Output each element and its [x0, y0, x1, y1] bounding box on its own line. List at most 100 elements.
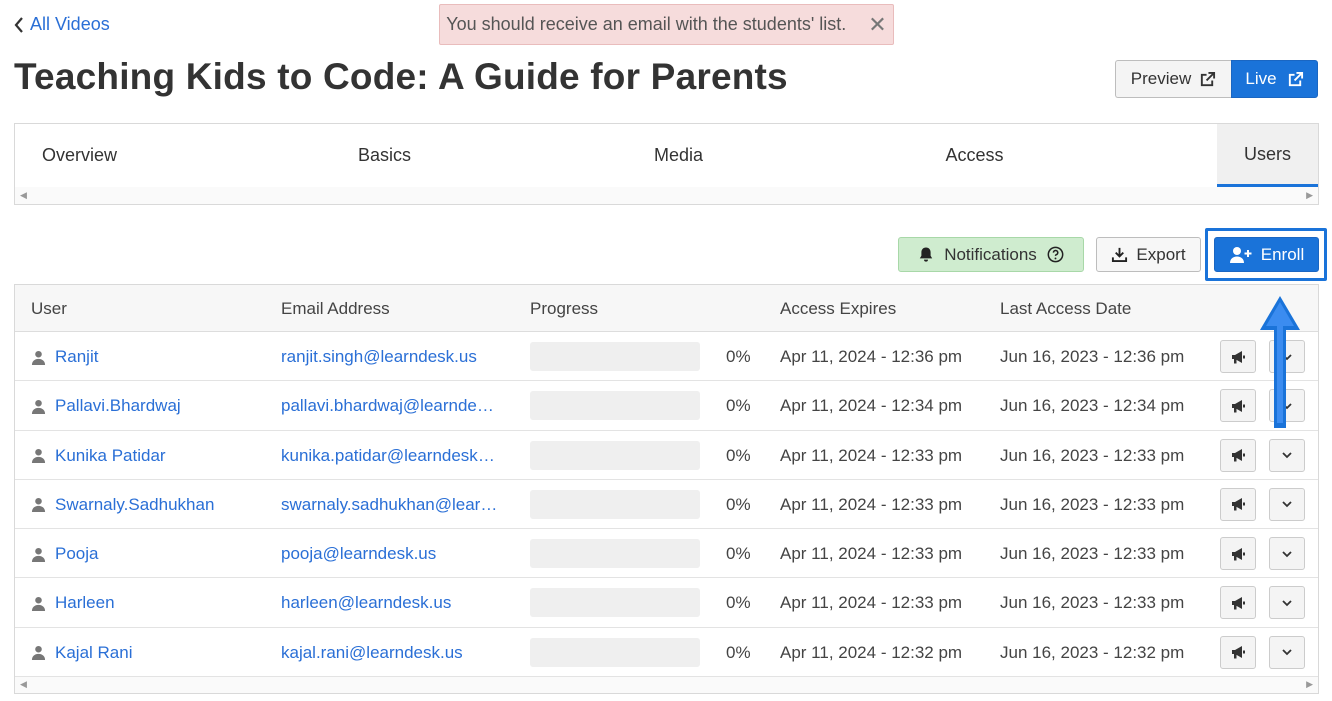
progress-bar	[530, 637, 700, 667]
user-name: Pooja	[55, 544, 99, 564]
close-icon[interactable]: ✕	[868, 13, 886, 36]
person-icon	[31, 498, 46, 513]
header-email[interactable]: Email Address	[281, 299, 390, 319]
row-menu-button[interactable]	[1269, 438, 1305, 472]
table-row: Kunika Patidar kunika.patidar@learndesk.…	[15, 430, 1318, 480]
last-access-date: Jun 16, 2023 - 12:33 pm	[1000, 544, 1185, 564]
export-button[interactable]: Export	[1096, 237, 1201, 272]
progress-bar	[530, 539, 700, 569]
access-expires: Apr 11, 2024 - 12:33 pm	[780, 544, 963, 564]
preview-button[interactable]: Preview	[1115, 60, 1231, 98]
header-user[interactable]: User	[31, 299, 67, 319]
notify-user-button[interactable]	[1220, 635, 1256, 669]
enroll-button[interactable]: Enroll	[1214, 237, 1319, 272]
user-name: Kajal Rani	[55, 642, 133, 662]
user-email-link[interactable]: swarnaly.sadhukhan@learn…	[281, 495, 499, 515]
row-menu-button[interactable]	[1269, 537, 1305, 571]
toast-text: You should receive an email with the stu…	[446, 14, 847, 34]
table-row: Ranjit ranjit.singh@learndesk.us 0% Apr …	[15, 332, 1318, 382]
user-name: Pallavi.Bhardwaj	[55, 396, 181, 416]
user-email-link[interactable]: kunika.patidar@learndesk.us	[281, 446, 499, 466]
preview-label: Preview	[1130, 69, 1192, 88]
header-progress[interactable]: Progress	[530, 299, 598, 319]
person-icon	[31, 547, 46, 562]
scroll-left-icon[interactable]: ◀	[20, 190, 27, 201]
last-access-date: Jun 16, 2023 - 12:33 pm	[1000, 445, 1185, 465]
last-access-date: Jun 16, 2023 - 12:36 pm	[1000, 347, 1185, 366]
notify-user-button[interactable]	[1220, 586, 1256, 620]
notify-user-button[interactable]	[1220, 537, 1256, 571]
header-access-expires[interactable]: Access Expires	[780, 299, 896, 319]
notifications-label: Notifications	[944, 244, 1037, 264]
person-icon	[31, 646, 46, 661]
tab-media[interactable]: Media	[625, 124, 732, 187]
back-link-label: All Videos	[30, 14, 110, 34]
user-name: Swarnaly.Sadhukhan	[55, 494, 215, 514]
table-row: Pooja pooja@learndesk.us 0% Apr 11, 2024…	[15, 529, 1318, 579]
scroll-right-icon[interactable]: ▶	[1306, 679, 1313, 690]
scroll-left-icon[interactable]: ◀	[20, 679, 27, 690]
access-expires: Apr 11, 2024 - 12:32 pm	[780, 642, 963, 662]
last-access-date: Jun 16, 2023 - 12:32 pm	[1000, 642, 1185, 662]
row-menu-button[interactable]	[1269, 586, 1305, 620]
notifications-button[interactable]: Notifications	[898, 237, 1084, 272]
user-name-link[interactable]: Ranjit	[31, 347, 98, 367]
back-link[interactable]: All Videos	[14, 14, 110, 35]
row-menu-button[interactable]	[1269, 487, 1305, 521]
tabs-scrollbar[interactable]: ◀ ▶	[15, 187, 1318, 205]
megaphone-icon	[1232, 399, 1245, 413]
chevron-left-icon	[14, 16, 23, 33]
progress-percent: 0%	[726, 494, 751, 514]
tab-bar: Overview Basics Media Access Users	[15, 124, 1318, 187]
progress-percent: 0%	[726, 544, 751, 564]
tabs-container: Overview Basics Media Access Users ◀ ▶	[14, 123, 1319, 205]
user-name-link[interactable]: Kunika Patidar	[31, 446, 166, 466]
notify-user-button[interactable]	[1220, 389, 1256, 423]
user-name-link[interactable]: Kajal Rani	[31, 643, 133, 663]
external-link-icon	[1201, 71, 1216, 86]
notify-user-button[interactable]	[1220, 487, 1256, 521]
user-name-link[interactable]: Swarnaly.Sadhukhan	[31, 495, 214, 515]
user-name-link[interactable]: Harleen	[31, 593, 115, 613]
tab-basics[interactable]: Basics	[144, 124, 625, 187]
notify-user-button[interactable]	[1220, 340, 1256, 373]
person-icon	[31, 399, 46, 414]
access-expires: Apr 11, 2024 - 12:33 pm	[780, 494, 963, 514]
megaphone-icon	[1232, 646, 1245, 659]
user-name: Ranjit	[55, 347, 99, 366]
megaphone-icon	[1232, 350, 1245, 363]
megaphone-icon	[1232, 449, 1245, 462]
progress-bar	[530, 489, 700, 519]
table-row: Pallavi.Bhardwaj pallavi.bhardwaj@learnd…	[15, 381, 1318, 431]
user-email-link[interactable]: pallavi.bhardwaj@learndesk…	[281, 396, 499, 416]
enroll-label: Enroll	[1260, 244, 1305, 264]
tab-users[interactable]: Users	[1217, 124, 1318, 187]
toast-message: You should receive an email with the stu…	[439, 4, 894, 45]
user-email-link[interactable]: ranjit.singh@learndesk.us	[281, 347, 477, 367]
table-body: Ranjit ranjit.singh@learndesk.us 0% Apr …	[15, 332, 1318, 678]
question-circle-icon[interactable]	[1047, 246, 1064, 263]
view-buttons: Preview Live	[1115, 60, 1318, 98]
access-expires: Apr 11, 2024 - 12:36 pm	[780, 347, 963, 366]
download-icon	[1112, 247, 1128, 263]
user-email-link[interactable]: pooja@learndesk.us	[281, 544, 436, 564]
user-email-link[interactable]: kajal.rani@learndesk.us	[281, 643, 463, 663]
scroll-right-icon[interactable]: ▶	[1306, 190, 1313, 201]
table-scrollbar[interactable]: ◀ ▶	[15, 677, 1318, 693]
megaphone-icon	[1232, 498, 1245, 511]
tab-access[interactable]: Access	[732, 124, 1217, 187]
table-row: Kajal Rani kajal.rani@learndesk.us 0% Ap…	[15, 627, 1318, 678]
row-menu-button[interactable]	[1269, 635, 1305, 669]
live-button[interactable]: Live	[1231, 60, 1318, 98]
user-name-link[interactable]: Pallavi.Bhardwaj	[31, 396, 181, 416]
user-name-link[interactable]: Pooja	[31, 544, 98, 564]
megaphone-icon	[1232, 596, 1245, 610]
table-row: Swarnaly.Sadhukhan swarnaly.sadhukhan@le…	[15, 479, 1318, 530]
page-title: Teaching Kids to Code: A Guide for Paren…	[14, 56, 788, 97]
tab-overview[interactable]: Overview	[15, 124, 144, 187]
notify-user-button[interactable]	[1220, 438, 1256, 472]
user-email-link[interactable]: harleen@learndesk.us	[281, 593, 451, 613]
progress-bar	[530, 588, 700, 618]
header-last-access[interactable]: Last Access Date	[1000, 299, 1131, 319]
progress-percent: 0%	[726, 347, 751, 366]
